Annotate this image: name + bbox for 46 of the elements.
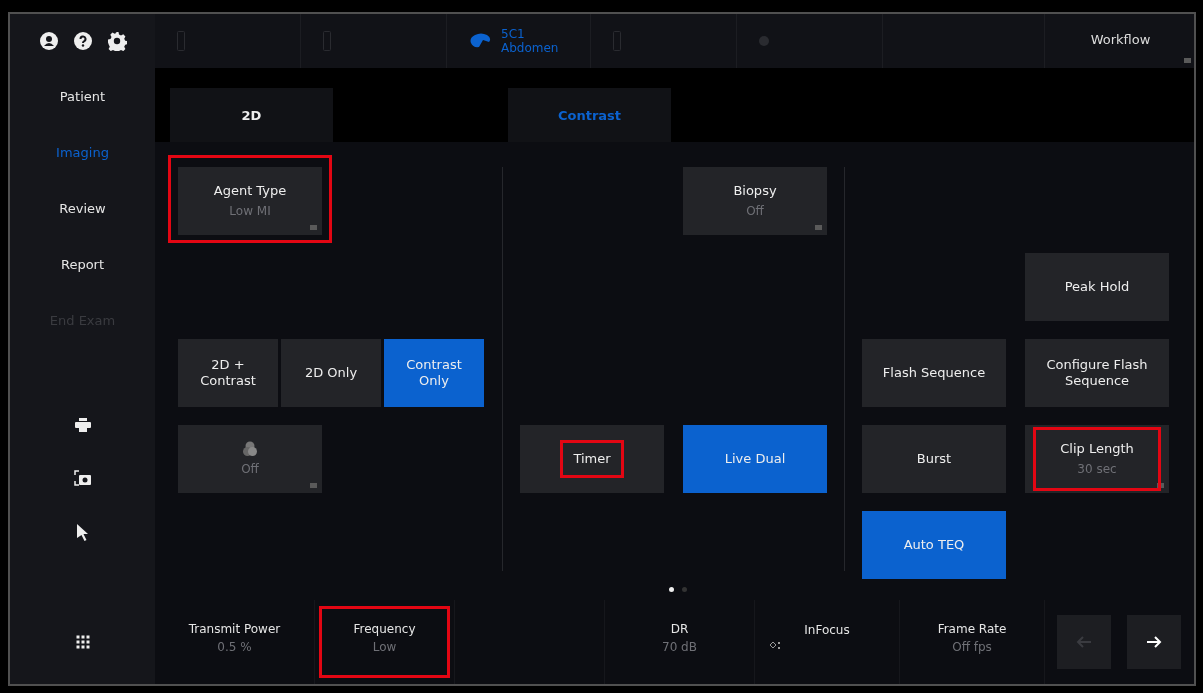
parameter-label: Frequency	[353, 622, 416, 636]
parameter-value: Off fps	[952, 640, 992, 654]
control-tile[interactable]: Configure Flash Sequence	[1025, 339, 1169, 407]
parameter-value: 70 dB	[662, 640, 697, 654]
apps-grid-icon[interactable]	[75, 635, 90, 649]
probe-icon	[613, 31, 621, 51]
workflow-button[interactable]: Workflow	[1045, 14, 1194, 68]
control-tile[interactable]: Flash Sequence	[862, 339, 1006, 407]
control-tile[interactable]: Auto TEQ	[862, 511, 1006, 579]
sidebar-item[interactable]: Review	[10, 180, 155, 236]
camera-icon[interactable]	[73, 470, 92, 486]
printer-icon[interactable]	[74, 418, 91, 432]
page-dot[interactable]	[669, 586, 674, 592]
tile-label: Timer	[560, 440, 624, 478]
right-arrow-icon	[1146, 636, 1162, 648]
probe-icon	[323, 31, 331, 51]
probe-preset: Abdomen	[501, 41, 559, 55]
dot-icon	[759, 36, 769, 46]
control-tile[interactable]: Biopsy Off	[683, 167, 827, 235]
tab[interactable]: 2D	[170, 88, 333, 142]
settings-icon[interactable]	[106, 31, 127, 51]
circles-icon	[243, 441, 257, 457]
help-icon[interactable]	[72, 31, 93, 51]
segment-button[interactable]: 2D + Contrast	[178, 339, 278, 407]
probe-icon	[469, 33, 491, 49]
parameter-value: 0.5 %	[217, 640, 252, 654]
parameter-value: Low	[372, 640, 397, 654]
control-tile[interactable]: Burst	[862, 425, 1006, 493]
sidebar-item[interactable]: Patient	[10, 68, 155, 124]
control-tile[interactable]: Timer	[520, 425, 664, 493]
sidebar-item[interactable]: Report	[10, 236, 155, 292]
user-icon[interactable]	[38, 31, 59, 51]
segment-button[interactable]: 2D Only	[281, 339, 381, 407]
parameter-label: Transmit Power	[188, 622, 281, 636]
control-tile[interactable]: Peak Hold	[1025, 253, 1169, 321]
pointer-icon[interactable]	[76, 524, 89, 541]
control-tile[interactable]: Agent Type Low MI	[178, 167, 322, 235]
probe-name: 5C1	[501, 27, 526, 41]
probe-icon	[177, 31, 185, 51]
page-dot[interactable]	[682, 586, 687, 592]
parameter-label: InFocus	[804, 623, 850, 637]
parameter-label: DR	[670, 622, 689, 636]
segment-button[interactable]: Contrast Only	[384, 339, 484, 407]
left-arrow-icon	[1076, 636, 1092, 648]
parameter-label: Frame Rate	[937, 622, 1007, 636]
control-tile[interactable]: Live Dual	[683, 425, 827, 493]
